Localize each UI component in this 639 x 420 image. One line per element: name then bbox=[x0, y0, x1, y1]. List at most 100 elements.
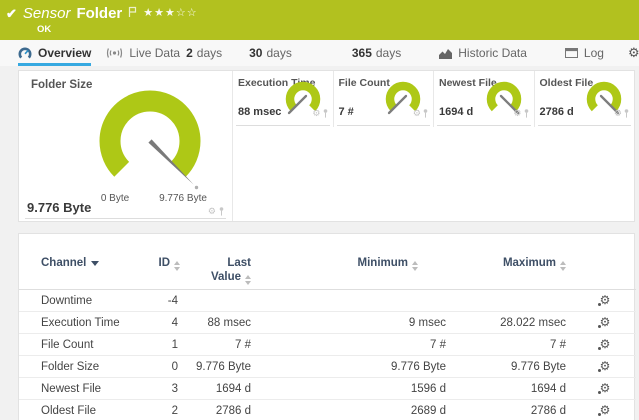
channel-minimum: 2689 d bbox=[259, 399, 454, 420]
tab-number: 2 bbox=[186, 46, 193, 60]
column-header-last-value[interactable]: Last Value bbox=[184, 234, 259, 290]
log-icon bbox=[564, 48, 578, 58]
tab-label: Historic Data bbox=[458, 46, 527, 60]
tab-settings[interactable]: ⚙ Settings bbox=[628, 40, 639, 66]
tab-overview[interactable]: Overview bbox=[18, 40, 92, 66]
channel-minimum bbox=[259, 289, 454, 312]
column-label: Last bbox=[227, 257, 251, 269]
column-label: ID bbox=[158, 257, 171, 269]
gauge-scale-min: 0 Byte bbox=[101, 193, 130, 204]
tab-bar: Overview Live Data 2 days 30 days 365 da… bbox=[0, 40, 639, 66]
tab-2-days[interactable]: 2 days bbox=[186, 40, 222, 66]
channel-settings-gear-icon[interactable]: ⚙ bbox=[597, 404, 610, 416]
column-header-maximum[interactable]: Maximum bbox=[454, 234, 574, 290]
sort-icon bbox=[245, 275, 251, 285]
channel-name[interactable]: Downtime bbox=[19, 289, 154, 312]
execution-time-gauge-panel[interactable]: Execution Time 88 msec ⚙ bbox=[233, 71, 334, 127]
tab-number: 365 bbox=[351, 46, 372, 60]
channel-minimum: 9.776 Byte bbox=[259, 355, 454, 378]
gauge-value: 88 msec bbox=[238, 106, 282, 118]
tab-label: days bbox=[375, 46, 402, 60]
folder-size-gauge-panel[interactable]: Folder Size 0 Byte 9.776 Byte 9.776 Byte… bbox=[19, 71, 233, 221]
column-header-id[interactable]: ID bbox=[154, 234, 184, 290]
overview-gauges-panel: Folder Size 0 Byte 9.776 Byte 9.776 Byte… bbox=[18, 70, 635, 222]
gauge-icon bbox=[18, 47, 32, 59]
channel-last-value bbox=[184, 289, 259, 312]
column-header-channel[interactable]: Channel bbox=[19, 234, 154, 290]
tab-historic-data[interactable]: Historic Data bbox=[439, 40, 527, 66]
settings-gear-icon: ⚙ bbox=[627, 45, 639, 61]
channel-name[interactable]: Folder Size bbox=[19, 355, 154, 378]
gear-icon[interactable]: ⚙ bbox=[312, 109, 320, 119]
flag-icon[interactable] bbox=[128, 5, 137, 23]
gear-icon[interactable]: ⚙ bbox=[208, 207, 216, 217]
channel-settings-gear-icon[interactable]: ⚙ bbox=[597, 316, 610, 328]
channel-settings-gear-icon[interactable]: ⚙ bbox=[597, 294, 610, 306]
channel-maximum: 7 # bbox=[454, 333, 574, 356]
table-row: Oldest File 2 2786 d 2689 d 2786 d ⚙ bbox=[19, 399, 636, 420]
historic-data-icon bbox=[439, 48, 453, 59]
pin-icon[interactable] bbox=[624, 105, 629, 123]
channel-name[interactable]: File Count bbox=[19, 333, 154, 356]
sensor-name: Folder bbox=[76, 5, 123, 22]
tab-number: 30 bbox=[249, 46, 263, 60]
tab-30-days[interactable]: 30 days bbox=[249, 40, 292, 66]
channel-maximum: 9.776 Byte bbox=[454, 355, 574, 378]
file-count-gauge-panel[interactable]: File Count 7 # ⚙ bbox=[334, 71, 434, 127]
table-row: Newest File 3 1694 d 1596 d 1694 d ⚙ bbox=[19, 377, 636, 400]
sort-icon bbox=[174, 261, 180, 271]
channel-last-value: 2786 d bbox=[184, 399, 259, 420]
newest-file-gauge-panel[interactable]: Newest File 1694 d ⚙ bbox=[434, 71, 535, 127]
channel-id: 0 bbox=[154, 355, 184, 378]
sensor-header: ✔ Sensor Folder ★★★☆☆ OK bbox=[0, 0, 639, 40]
table-header-row: Channel ID Last Value Minimum Maximum bbox=[19, 234, 636, 290]
channel-settings-gear-icon[interactable]: ⚙ bbox=[597, 382, 610, 394]
channel-name[interactable]: Newest File bbox=[19, 377, 154, 400]
gear-icon[interactable]: ⚙ bbox=[614, 109, 622, 119]
table-row: Folder Size 0 9.776 Byte 9.776 Byte 9.77… bbox=[19, 355, 636, 378]
tab-365-days[interactable]: 365 days bbox=[352, 40, 401, 66]
channel-name[interactable]: Execution Time bbox=[19, 311, 154, 334]
oldest-file-gauge-panel[interactable]: Oldest File 2786 d ⚙ bbox=[535, 71, 635, 127]
sort-icon bbox=[412, 261, 418, 271]
gear-icon[interactable]: ⚙ bbox=[513, 109, 521, 119]
channel-minimum: 7 # bbox=[259, 333, 454, 356]
sort-desc-icon bbox=[91, 261, 100, 266]
channel-last-value: 7 # bbox=[184, 333, 259, 356]
column-label: Value bbox=[210, 271, 241, 283]
table-row: Execution Time 4 88 msec 9 msec 28.022 m… bbox=[19, 311, 636, 334]
pin-icon[interactable] bbox=[323, 105, 328, 123]
tab-log[interactable]: Log bbox=[564, 40, 604, 66]
channel-minimum: 1596 d bbox=[259, 377, 454, 400]
channel-name[interactable]: Oldest File bbox=[19, 399, 154, 420]
column-label: Channel bbox=[41, 257, 87, 269]
channel-id: -4 bbox=[154, 289, 184, 312]
channel-id: 2 bbox=[154, 399, 184, 420]
channel-settings-gear-icon[interactable]: ⚙ bbox=[597, 360, 610, 372]
channel-id: 3 bbox=[154, 377, 184, 400]
pin-icon[interactable] bbox=[219, 203, 224, 221]
priority-stars[interactable]: ★★★☆☆ bbox=[143, 6, 197, 19]
pin-icon[interactable] bbox=[524, 105, 529, 123]
table-row: Downtime -4 ⚙ bbox=[19, 289, 636, 312]
status-ok-check-icon: ✔ bbox=[6, 6, 17, 21]
gauge-value: 2786 d bbox=[539, 106, 574, 118]
tab-label: Overview bbox=[38, 46, 92, 60]
channel-maximum bbox=[454, 289, 574, 312]
channel-minimum: 9 msec bbox=[259, 311, 454, 334]
channel-last-value: 1694 d bbox=[184, 377, 259, 400]
gear-icon[interactable]: ⚙ bbox=[413, 109, 421, 119]
tab-live-data[interactable]: Live Data bbox=[106, 40, 180, 66]
pin-icon[interactable] bbox=[423, 105, 428, 123]
gauge-value: 7 # bbox=[338, 106, 354, 118]
column-header-minimum[interactable]: Minimum bbox=[259, 234, 454, 290]
mini-gauges-row: Execution Time 88 msec ⚙ File Count 7 # … bbox=[233, 71, 634, 221]
channel-last-value: 88 msec bbox=[184, 311, 259, 334]
tab-label: days bbox=[266, 46, 292, 60]
channel-last-value: 9.776 Byte bbox=[184, 355, 259, 378]
live-data-icon bbox=[106, 47, 123, 59]
channel-maximum: 1694 d bbox=[454, 377, 574, 400]
gauge-value: 9.776 Byte bbox=[27, 200, 92, 215]
channel-settings-gear-icon[interactable]: ⚙ bbox=[597, 338, 610, 350]
sensor-type-label: Sensor bbox=[22, 5, 71, 22]
